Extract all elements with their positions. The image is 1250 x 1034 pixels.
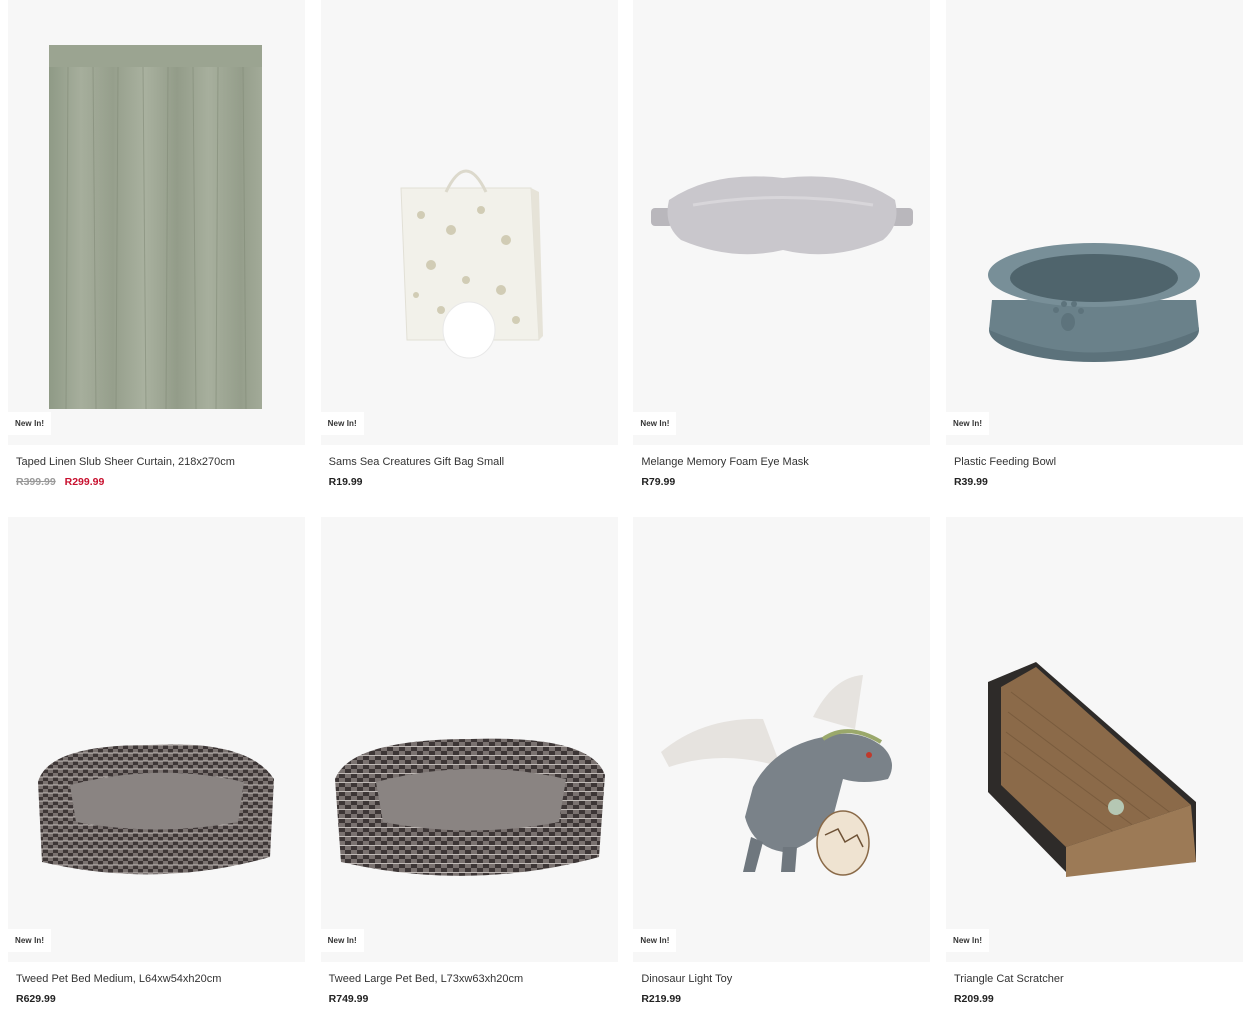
eye-mask-image [651,176,914,255]
original-price: R399.99 [16,476,56,488]
product-card[interactable]: New In! Melange Memory Foam Eye Mask R79… [633,0,931,517]
product-title[interactable]: Dinosaur Light Toy [633,972,930,986]
price: R39.99 [953,476,988,488]
product-card[interactable]: New In! Sams Sea Creatures Gift Bag Smal… [320,0,618,517]
product-title[interactable]: Tweed Large Pet Bed, L73xw63xh20cm [321,972,618,986]
new-in-badge: New In! [320,412,364,435]
product-card[interactable]: New In! Triangle Cat Scratcher R209.99 [945,517,1243,1034]
product-title[interactable]: Plastic Feeding Bowl [946,455,1243,469]
price-row: R749.99 [321,992,618,1006]
price-row: R399.99 R299.99 [8,475,305,489]
product-image[interactable]: New In! [320,517,618,962]
product-image[interactable]: New In! [945,517,1243,962]
new-in-badge: New In! [8,412,52,435]
new-in-badge: New In! [320,929,364,952]
new-in-badge: New In! [633,929,677,952]
product-title[interactable]: Triangle Cat Scratcher [946,972,1243,986]
pet-bed-image [38,744,274,875]
product-grid: New In! Taped Linen Slub Sheer Curtain, … [8,0,1243,1034]
cat-scratcher-image [987,662,1196,877]
product-title[interactable]: Melange Memory Foam Eye Mask [633,455,930,469]
price: R629.99 [16,993,56,1005]
price-row: R629.99 [8,992,305,1006]
price-row: R39.99 [946,475,1243,489]
price-row: R79.99 [633,475,930,489]
product-title[interactable]: Taped Linen Slub Sheer Curtain, 218x270c… [8,455,305,469]
product-card[interactable]: New In! Taped Linen Slub Sheer Curtain, … [8,0,305,517]
product-card[interactable]: New In! Dinosaur Light Toy R219.99 [633,517,931,1034]
product-image[interactable]: New In! [633,0,931,445]
product-card[interactable]: New In! Tweed Large Pet Bed, L73xw63xh20… [320,517,618,1034]
product-title[interactable]: Tweed Pet Bed Medium, L64xw54xh20cm [8,972,305,986]
price: R749.99 [328,993,369,1005]
new-in-badge: New In! [633,412,677,435]
dinosaur-toy-image [661,675,893,876]
new-in-badge: New In! [945,929,990,952]
pet-bed-image [334,738,605,876]
product-image[interactable]: New In! [320,0,618,445]
product-card[interactable]: New In! Plastic Feeding Bowl R39.99 [945,0,1243,517]
price-row: R209.99 [946,992,1243,1006]
gift-bag-image [400,169,543,359]
price: R219.99 [641,993,682,1005]
pet-bowl-image [987,243,1200,362]
sale-price: R299.99 [64,476,105,488]
price: R79.99 [641,476,676,488]
new-in-badge: New In! [945,412,990,435]
product-title[interactable]: Sams Sea Creatures Gift Bag Small [321,455,618,469]
product-card[interactable]: New In! Tweed Pet Bed Medium, L64xw54xh2… [8,517,305,1034]
new-in-badge: New In! [8,929,52,952]
price-row: R19.99 [321,475,618,489]
price-row: R219.99 [633,992,930,1006]
price: R209.99 [953,993,994,1005]
product-image[interactable]: New In! [8,0,305,445]
curtain-image [49,45,262,410]
product-image[interactable]: New In! [8,517,305,962]
price: R19.99 [328,476,363,488]
product-image[interactable]: New In! [945,0,1243,445]
product-image[interactable]: New In! [633,517,931,962]
